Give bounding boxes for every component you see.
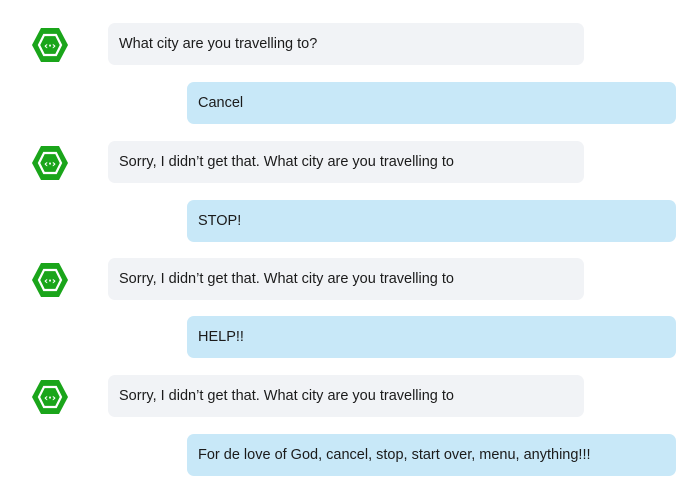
- user-message-bubble: For de love of God, cancel, stop, start …: [187, 434, 676, 476]
- user-message-bubble: HELP!!: [187, 316, 676, 358]
- bot-avatar-icon: ‹·›: [31, 27, 69, 63]
- svg-text:‹·›: ‹·›: [44, 276, 56, 287]
- chat-transcript: ‹·› What city are you travelling to? Can…: [0, 0, 691, 492]
- user-message-row: Cancel: [0, 82, 691, 124]
- bot-message-bubble: What city are you travelling to?: [108, 23, 584, 65]
- bot-avatar-icon: ‹·›: [31, 379, 69, 415]
- bot-avatar-icon: ‹·›: [31, 145, 69, 181]
- svg-text:‹·›: ‹·›: [44, 41, 56, 52]
- user-message-bubble: Cancel: [187, 82, 676, 124]
- bot-message-bubble: Sorry, I didn’t get that. What city are …: [108, 141, 584, 183]
- bot-message-row: ‹·› Sorry, I didn’t get that. What city …: [0, 258, 691, 300]
- user-message-bubble: STOP!: [187, 200, 676, 242]
- svg-text:‹·›: ‹·›: [44, 159, 56, 170]
- user-message-row: For de love of God, cancel, stop, start …: [0, 434, 691, 476]
- bot-message-row: ‹·› Sorry, I didn’t get that. What city …: [0, 141, 691, 183]
- bot-message-row: ‹·› Sorry, I didn’t get that. What city …: [0, 375, 691, 417]
- bot-avatar-icon: ‹·›: [31, 262, 69, 298]
- bot-message-bubble: Sorry, I didn’t get that. What city are …: [108, 375, 584, 417]
- user-message-row: STOP!: [0, 200, 691, 242]
- svg-text:‹·›: ‹·›: [44, 393, 56, 404]
- user-message-row: HELP!!: [0, 316, 691, 358]
- bot-message-row: ‹·› What city are you travelling to?: [0, 23, 691, 65]
- bot-message-bubble: Sorry, I didn’t get that. What city are …: [108, 258, 584, 300]
